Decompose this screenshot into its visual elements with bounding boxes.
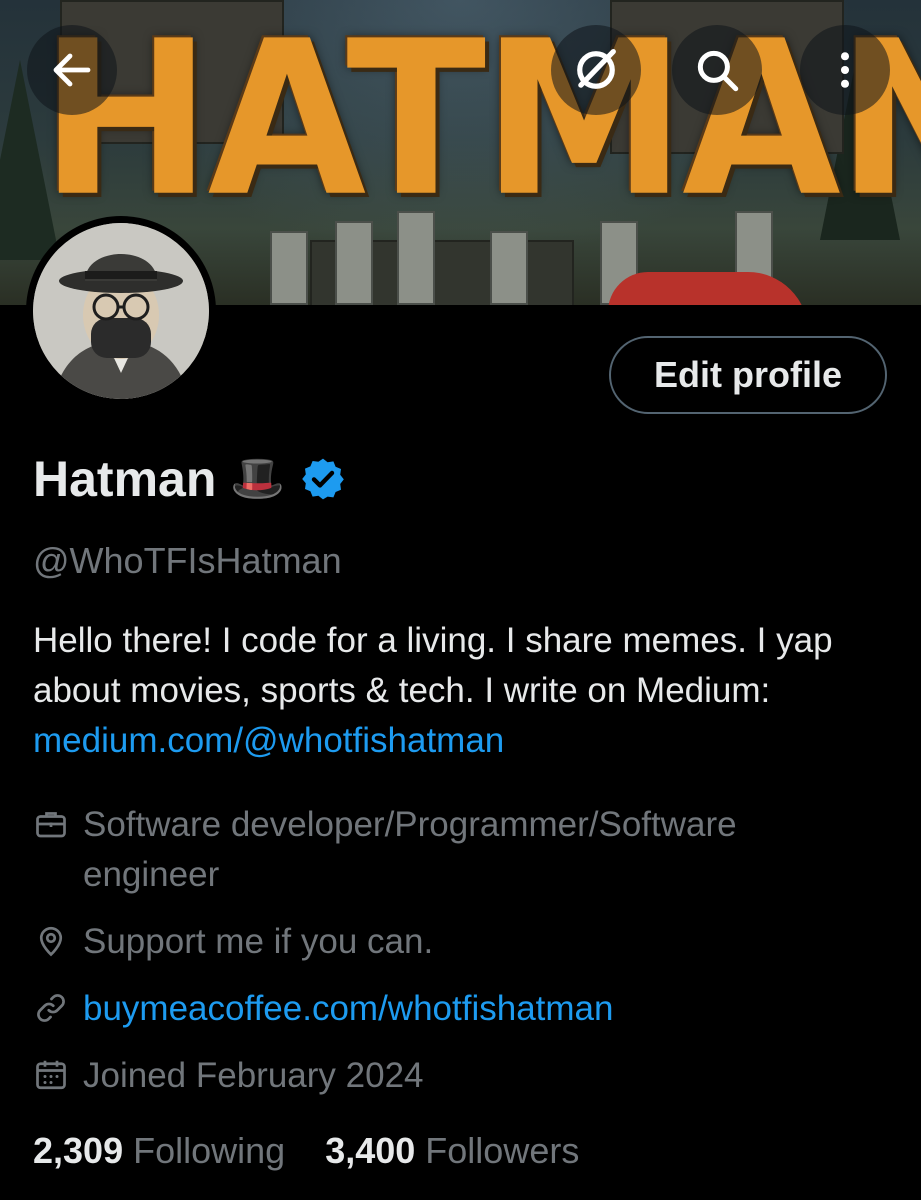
calendar-icon [36,1060,66,1090]
edit-profile-button[interactable]: Edit profile [609,336,887,414]
location-text: Support me if you can. [83,922,434,961]
following-stat[interactable]: 2,309 Following [33,1130,285,1172]
location-pin-icon [39,926,63,957]
avatar-image [33,223,209,399]
website-link[interactable]: buymeacoffee.com/whotfishatman [83,984,843,1034]
verified-badge-icon[interactable] [299,455,347,503]
profile-bio: Hello there! I code for a living. I shar… [33,616,903,766]
joined-text: Joined February 2024 [83,1056,424,1095]
more-vertical-icon [840,52,850,88]
user-handle: @WhoTFIsHatman [33,540,342,581]
more-button[interactable] [800,25,890,115]
grok-icon [577,48,616,89]
banner-pillar [335,221,373,305]
following-label: Following [133,1130,286,1171]
follow-stats: 2,309 Following 3,400 Followers [33,1130,579,1172]
search-button[interactable] [672,25,762,115]
banner-pillar [490,231,528,305]
followers-stat[interactable]: 3,400 Followers [325,1130,579,1172]
display-name: Hatman [33,451,217,507]
profession-row: Software developer/Programmer/Software e… [33,800,843,900]
banner-pillar [270,231,308,305]
avatar[interactable] [26,216,216,406]
search-icon [697,50,739,92]
profession-text: Software developer/Programmer/Software e… [83,805,737,894]
display-name-row: Hatman 🎩 [33,450,347,508]
following-count: 2,309 [33,1130,124,1171]
briefcase-icon [36,812,66,838]
followers-label: Followers [425,1130,580,1171]
followers-count: 3,400 [325,1130,416,1171]
back-button[interactable] [27,25,117,115]
bio-text: Hello there! I code for a living. I shar… [33,621,833,710]
arrow-left-icon [53,53,91,87]
link-icon [37,994,65,1022]
grok-button[interactable] [551,25,641,115]
joined-row: Joined February 2024 [33,1051,843,1101]
avatar-illustration [33,223,209,399]
banner-pillar [397,211,435,305]
bio-medium-link[interactable]: medium.com/@whotfishatman [33,721,504,760]
website-row: buymeacoffee.com/whotfishatman [33,984,843,1034]
top-hat-emoji: 🎩 [230,454,286,503]
location-row: Support me if you can. [33,917,843,967]
banner-title: HATMAN [40,0,921,244]
